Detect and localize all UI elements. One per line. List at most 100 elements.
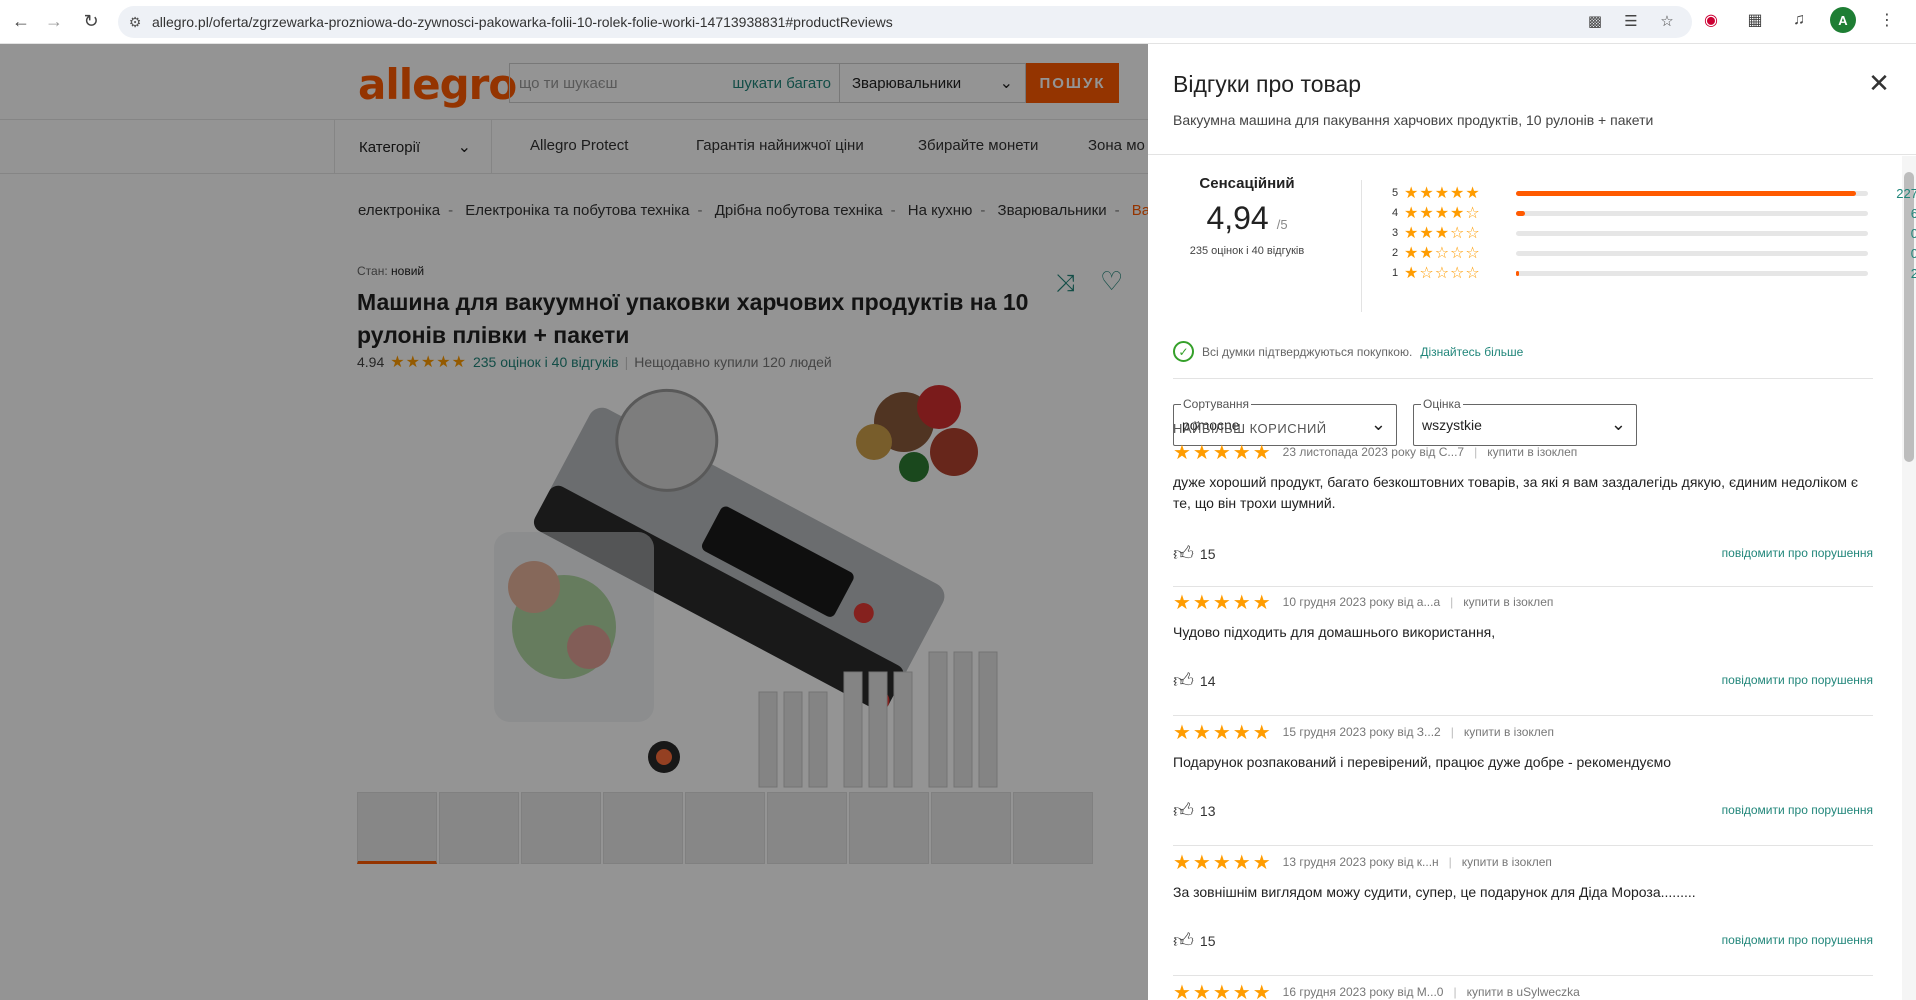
rating-filter-label: Оцінка xyxy=(1421,397,1463,411)
rating-score: 4,94/5 xyxy=(1173,200,1321,237)
menu-dots-icon[interactable]: ⋮ xyxy=(1874,7,1900,33)
helpful-count: 15 xyxy=(1199,933,1216,949)
helpful-button[interactable]: 👍︎ 14 xyxy=(1173,669,1215,693)
most-helpful-label: НАЙБІЛЬШ КОРИСНИЙ xyxy=(1173,421,1327,436)
rating-bar-fill xyxy=(1516,270,1520,276)
verified-text: Всі думки підтверджуються покупкою. xyxy=(1202,344,1413,359)
divider xyxy=(1173,845,1873,846)
divider xyxy=(1173,975,1873,976)
rating-bar-count[interactable]: 2 xyxy=(1868,266,1916,281)
rating-verdict: Сенсаційний xyxy=(1199,175,1295,192)
rating-filter-select[interactable]: Оцінка wszystkie ⌄ xyxy=(1413,397,1637,446)
back-arrow-icon[interactable]: ← xyxy=(4,4,38,38)
rating-bar-stars-label: 2 xyxy=(1392,247,1399,259)
thumb-up-icon: 👍︎ xyxy=(1173,670,1194,692)
sort-label: Сортування xyxy=(1181,397,1252,411)
rating-bar-count[interactable]: 0 xyxy=(1868,226,1916,241)
review-item: ★★★★★ 15 грудня 2023 року від З...2 | купит… xyxy=(1173,722,1873,846)
url-text[interactable]: allegro.pl/oferta/zgrzewarka-prozniowa-d… xyxy=(152,14,893,30)
review-source: купити в ізоклеп xyxy=(1461,855,1552,869)
review-text: За зовнішнім виглядом можу судити, супер… xyxy=(1173,884,1696,900)
divider: | xyxy=(1450,595,1454,609)
review-date: 15 грудня 2023 року від З...2 xyxy=(1282,725,1441,739)
media-icon[interactable]: ♫ xyxy=(1786,7,1812,33)
rating-bar-row[interactable]: 5 ★★★★★ 227 xyxy=(1392,183,1916,203)
puzzle-icon[interactable]: ▦ xyxy=(1742,7,1768,33)
extension-icon[interactable]: ◉ xyxy=(1698,7,1724,33)
rating-bar-count[interactable]: 0 xyxy=(1868,246,1916,261)
review-date: 10 грудня 2023 року від а...а xyxy=(1282,595,1441,609)
reload-icon[interactable]: ↻ xyxy=(74,4,108,38)
modal-backdrop[interactable] xyxy=(0,44,1148,1000)
profile-avatar[interactable]: A xyxy=(1830,7,1856,33)
rating-bar-track xyxy=(1516,210,1868,216)
rating-bar-track xyxy=(1516,250,1868,256)
translate-icon[interactable]: ☰ xyxy=(1620,10,1642,32)
review-footer: 👍︎ 15 повідомити про порушення xyxy=(1173,929,1873,953)
report-abuse-link[interactable]: повідомити про порушення xyxy=(1722,933,1873,947)
review-text: дуже хороший продукт, багато безкоштовни… xyxy=(1173,474,1859,511)
rating-counts: 235 оцінок і 40 відгуків xyxy=(1189,245,1305,257)
rating-stars-icon: ★★★★★ xyxy=(1404,185,1481,202)
forward-arrow-icon[interactable]: → xyxy=(37,4,71,38)
divider xyxy=(1173,715,1873,716)
review-meta: ★★★★★ 16 грудня 2023 року від M...0 | купит… xyxy=(1173,982,1873,1000)
review-stars-icon: ★★★★★ xyxy=(1173,721,1273,744)
review-source: купити в ізоклеп xyxy=(1463,595,1554,609)
helpful-count: 13 xyxy=(1199,803,1216,819)
rating-bar-row[interactable]: 4 ★★★★☆ 6 xyxy=(1392,203,1916,223)
thumb-up-icon: 👍︎ xyxy=(1173,543,1194,565)
rating-score-value: 4,94 xyxy=(1206,200,1269,236)
review-meta: ★★★★★ 23 листопада 2023 року від C...7 | ку… xyxy=(1173,442,1873,464)
helpful-button[interactable]: 👍︎ 13 xyxy=(1173,799,1215,823)
review-footer: 👍︎ 15 повідомити про порушення xyxy=(1173,542,1873,566)
install-app-icon[interactable]: ▩ xyxy=(1584,10,1606,32)
rating-bar-fill xyxy=(1516,190,1857,196)
site-info-icon[interactable]: ⚙ xyxy=(118,14,152,31)
helpful-button[interactable]: 👍︎ 15 xyxy=(1173,542,1215,566)
rating-summary: Сенсаційний 4,94/5 235 оцінок і 40 відгу… xyxy=(1173,175,1321,257)
rating-bar-stars-label: 5 xyxy=(1392,187,1399,199)
helpful-count: 15 xyxy=(1199,546,1216,562)
review-stars-icon: ★★★★★ xyxy=(1173,591,1273,614)
review-source: купити в ізоклеп xyxy=(1487,445,1578,459)
helpful-button[interactable]: 👍︎ 15 xyxy=(1173,929,1215,953)
rating-bar-stars-label: 4 xyxy=(1392,207,1399,219)
chevron-down-icon: ⌄ xyxy=(1370,414,1386,434)
rating-bar-fill xyxy=(1516,210,1526,216)
browser-toolbar: ← → ↻ ⚙ allegro.pl/oferta/zgrzewarka-pro… xyxy=(0,0,1916,44)
rating-bar-row[interactable]: 2 ★★☆☆☆ 0 xyxy=(1392,243,1916,263)
divider xyxy=(1173,586,1873,587)
report-abuse-link[interactable]: повідомити про порушення xyxy=(1722,673,1873,687)
bookmark-star-icon[interactable]: ☆ xyxy=(1656,10,1678,32)
review-date: 23 листопада 2023 року від C...7 xyxy=(1282,445,1465,459)
review-item: ★★★★★ 13 грудня 2023 року від к...н | купит… xyxy=(1173,852,1873,976)
rating-bar-track xyxy=(1516,270,1868,276)
review-text: Чудово підходить для домашнього використ… xyxy=(1173,624,1496,640)
review-footer: 👍︎ 14 повідомити про порушення xyxy=(1173,669,1873,693)
divider: | xyxy=(1474,445,1478,459)
rating-filter-value: wszystkie xyxy=(1422,417,1482,433)
review-footer: 👍︎ 13 повідомити про порушення xyxy=(1173,799,1873,823)
chevron-down-icon: ⌄ xyxy=(1610,414,1626,434)
reviews-drawer: Відгуки про товар ✕ Вакуумна машина для … xyxy=(1148,44,1916,1000)
review-item: ★★★★★ 23 листопада 2023 року від C...7 | ку… xyxy=(1173,442,1873,587)
divider: | xyxy=(1450,725,1454,739)
rating-bar-row[interactable]: 3 ★★★☆☆ 0 xyxy=(1392,223,1916,243)
review-date: 16 грудня 2023 року від M...0 xyxy=(1282,985,1444,999)
learn-more-link[interactable]: Дізнайтесь більше xyxy=(1420,345,1523,359)
rating-bar-row[interactable]: 1 ★☆☆☆☆ 2 xyxy=(1392,263,1916,283)
rating-stars-icon: ★☆☆☆☆ xyxy=(1404,265,1481,282)
rating-bar-count[interactable]: 6 xyxy=(1868,206,1916,221)
close-icon[interactable]: ✕ xyxy=(1864,68,1894,98)
divider xyxy=(1361,180,1362,312)
divider: | xyxy=(1448,855,1452,869)
review-stars-icon: ★★★★★ xyxy=(1173,981,1273,1000)
address-bar[interactable]: ⚙ allegro.pl/oferta/zgrzewarka-prozniowa… xyxy=(118,6,1692,38)
report-abuse-link[interactable]: повідомити про порушення xyxy=(1722,546,1873,560)
report-abuse-link[interactable]: повідомити про порушення xyxy=(1722,803,1873,817)
review-stars-icon: ★★★★★ xyxy=(1173,851,1273,874)
rating-bar-count[interactable]: 227 xyxy=(1868,186,1916,201)
review-item: ★★★★★ 10 грудня 2023 року від а...а | купит… xyxy=(1173,592,1873,716)
rating-bar-stars-label: 1 xyxy=(1392,267,1399,279)
